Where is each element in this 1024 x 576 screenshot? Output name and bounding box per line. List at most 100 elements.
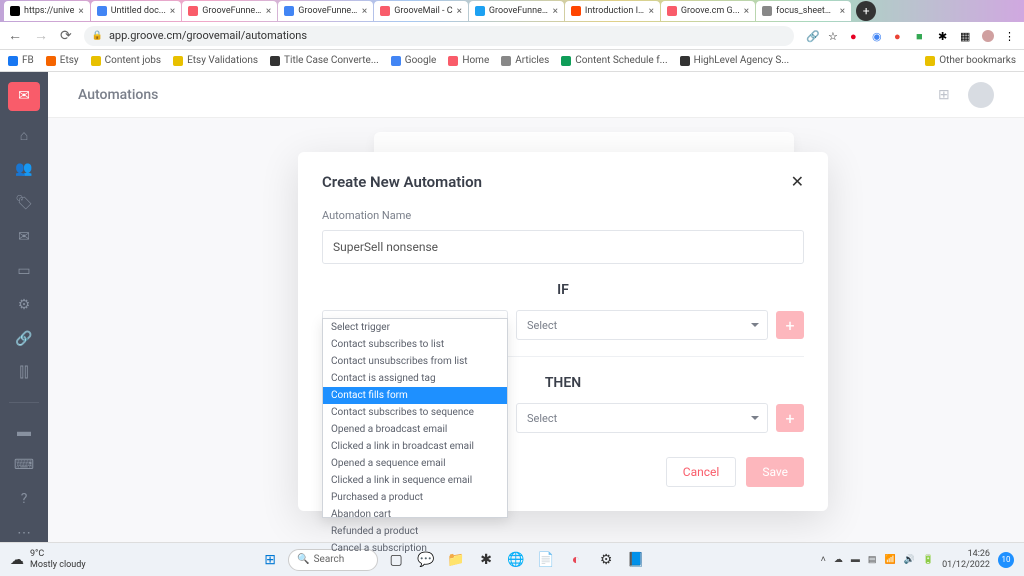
sidebar-envelope-icon[interactable]: ✉ (14, 228, 34, 246)
app-icon[interactable]: 📄 (534, 548, 558, 572)
sidebar-mail-icon[interactable]: ✉ (8, 82, 40, 111)
sidebar-analytics-icon[interactable]: ⫿⫿ (14, 364, 34, 382)
close-icon[interactable]: × (744, 6, 749, 17)
bookmark-item[interactable]: FB (8, 55, 34, 66)
sidebar-more-icon[interactable]: ⋯ (14, 524, 34, 542)
url-input[interactable]: 🔒 app.groove.cm/groovemail/automations (84, 26, 794, 46)
share-icon[interactable]: 🔗 (806, 30, 818, 42)
sidebar-home-icon[interactable]: ⌂ (14, 127, 34, 145)
dropdown-option[interactable]: Clicked a link in sequence email (323, 472, 507, 489)
bookmark-item[interactable]: Home (448, 55, 489, 66)
dropdown-option[interactable]: Opened a broadcast email (323, 421, 507, 438)
app-icon[interactable]: ◐ (564, 548, 588, 572)
browser-tab-active[interactable]: GrooveMail - C× (374, 1, 468, 21)
sidebar-contacts-icon[interactable]: 👥 (14, 160, 34, 178)
ext-icon[interactable]: ● (850, 30, 862, 42)
dropdown-option[interactable]: Contact subscribes to list (323, 336, 507, 353)
bookmark-item[interactable]: Etsy Validations (173, 55, 258, 66)
dropdown-option[interactable]: Opened a sequence email (323, 455, 507, 472)
then-value-select[interactable]: Select (516, 403, 768, 433)
browser-tab[interactable]: focus_sheet1...× (756, 1, 851, 21)
close-icon[interactable]: × (170, 6, 175, 17)
browser-tab[interactable]: Introduction I...× (565, 1, 660, 21)
tray-lang-icon[interactable]: ▤ (868, 555, 877, 565)
browser-tab[interactable]: Groove.cm G...× (661, 1, 755, 21)
ext-icon[interactable]: ▦ (960, 30, 972, 42)
browser-tab[interactable]: GrooveFunne...× (469, 1, 564, 21)
dropdown-option[interactable]: Select trigger (323, 319, 507, 336)
close-icon[interactable]: × (266, 6, 271, 17)
browser-tab[interactable]: https://unive× (4, 1, 90, 21)
weather-widget[interactable]: ☁ 9°CMostly cloudy (10, 549, 86, 571)
bookmark-item[interactable]: Content Schedule f... (561, 55, 667, 66)
sidebar-tag-icon[interactable]: 🏷 (14, 194, 34, 212)
sidebar-automation-icon[interactable]: ⚙ (14, 296, 34, 314)
trigger-dropdown[interactable]: Select triggerContact subscribes to list… (322, 318, 508, 518)
clock[interactable]: 14:26 01/12/2022 (942, 549, 990, 571)
sidebar-link-icon[interactable]: 🔗 (14, 330, 34, 348)
close-icon[interactable]: × (457, 6, 462, 17)
save-button[interactable]: Save (746, 457, 804, 487)
other-bookmarks[interactable]: Other bookmarks (925, 55, 1016, 66)
close-icon[interactable]: × (78, 6, 83, 17)
sidebar-sms-icon[interactable]: ⌨ (14, 456, 34, 474)
dropdown-option[interactable]: Contact unsubscribes from list (323, 353, 507, 370)
bookmark-item[interactable]: Etsy (46, 55, 79, 66)
bookmark-item[interactable]: Articles (501, 55, 549, 66)
ext-icon[interactable]: ◉ (872, 30, 884, 42)
chrome-icon[interactable]: 🌐 (504, 548, 528, 572)
ext-icon[interactable]: ● (894, 30, 906, 42)
settings-icon[interactable]: ⚙ (594, 548, 618, 572)
bookmark-item[interactable]: Title Case Converte... (270, 55, 379, 66)
sidebar-flag-icon[interactable]: ▬ (14, 422, 34, 440)
if-value-select[interactable]: Select (516, 310, 768, 340)
dropdown-option[interactable]: Contact fills form (323, 387, 507, 404)
close-icon[interactable]: × (840, 6, 845, 17)
profile-icon[interactable] (982, 30, 994, 42)
sidebar-help-icon[interactable]: ? (14, 490, 34, 508)
tray-chevron-icon[interactable]: ˄ (821, 554, 826, 565)
browser-tab[interactable]: GrooveFunne...× (182, 1, 277, 21)
browser-tab[interactable]: GrooveFunne...× (278, 1, 373, 21)
bookmark-item[interactable]: HighLevel Agency S... (680, 55, 790, 66)
apps-grid-icon[interactable]: ⊞ (938, 87, 954, 103)
tray-icon[interactable]: ▬ (851, 554, 860, 565)
puzzle-icon[interactable]: ✱ (938, 30, 950, 42)
reload-button[interactable]: ⟳ (60, 28, 72, 44)
start-button[interactable]: ⊞ (258, 548, 282, 572)
menu-icon[interactable]: ⋮ (1004, 30, 1016, 42)
close-icon[interactable]: × (553, 6, 558, 17)
wifi-icon[interactable]: 📶 (884, 555, 895, 565)
notification-badge[interactable]: 10 (998, 552, 1014, 568)
cancel-button[interactable]: Cancel (666, 457, 737, 487)
dropdown-option[interactable]: Contact is assigned tag (323, 370, 507, 387)
close-button[interactable]: ✕ (791, 172, 804, 191)
app-container: ✉ ⌂ 👥 🏷 ✉ ▭ ⚙ 🔗 ⫿⫿ ▬ ⌨ ? ⋯ Automations ⊞… (0, 72, 1024, 542)
ext-icon[interactable]: ■ (916, 30, 928, 42)
dropdown-option[interactable]: Cancel a subscription (323, 540, 507, 557)
battery-icon[interactable]: 🔋 (923, 555, 934, 565)
dropdown-option[interactable]: Abandon cart (323, 506, 507, 523)
forward-button[interactable]: → (34, 27, 48, 44)
dropdown-option[interactable]: Clicked a link in broadcast email (323, 438, 507, 455)
close-icon[interactable]: × (362, 6, 367, 17)
sidebar-form-icon[interactable]: ▭ (14, 262, 34, 280)
star-icon[interactable]: ☆ (828, 30, 840, 42)
dropdown-option[interactable]: Refunded a product (323, 523, 507, 540)
back-button[interactable]: ← (8, 27, 22, 44)
libreoffice-icon[interactable]: 📘 (624, 548, 648, 572)
browser-tab[interactable]: Untitled doc...× (91, 1, 182, 21)
add-then-button[interactable]: + (776, 404, 804, 432)
automation-name-input[interactable] (322, 230, 804, 264)
add-if-button[interactable]: + (776, 311, 804, 339)
new-tab-button[interactable]: + (856, 1, 876, 21)
dropdown-option[interactable]: Contact subscribes to sequence (323, 404, 507, 421)
bookmark-item[interactable]: Content jobs (91, 55, 161, 66)
close-icon[interactable]: × (649, 6, 654, 17)
avatar[interactable] (968, 82, 994, 108)
volume-icon[interactable]: 🔊 (904, 555, 915, 565)
bookmark-item[interactable]: Google (391, 55, 437, 66)
tray-cloud-icon[interactable]: ☁ (834, 555, 843, 565)
dropdown-option[interactable]: Purchased a product (323, 489, 507, 506)
modal-title: Create New Automation (322, 173, 482, 191)
